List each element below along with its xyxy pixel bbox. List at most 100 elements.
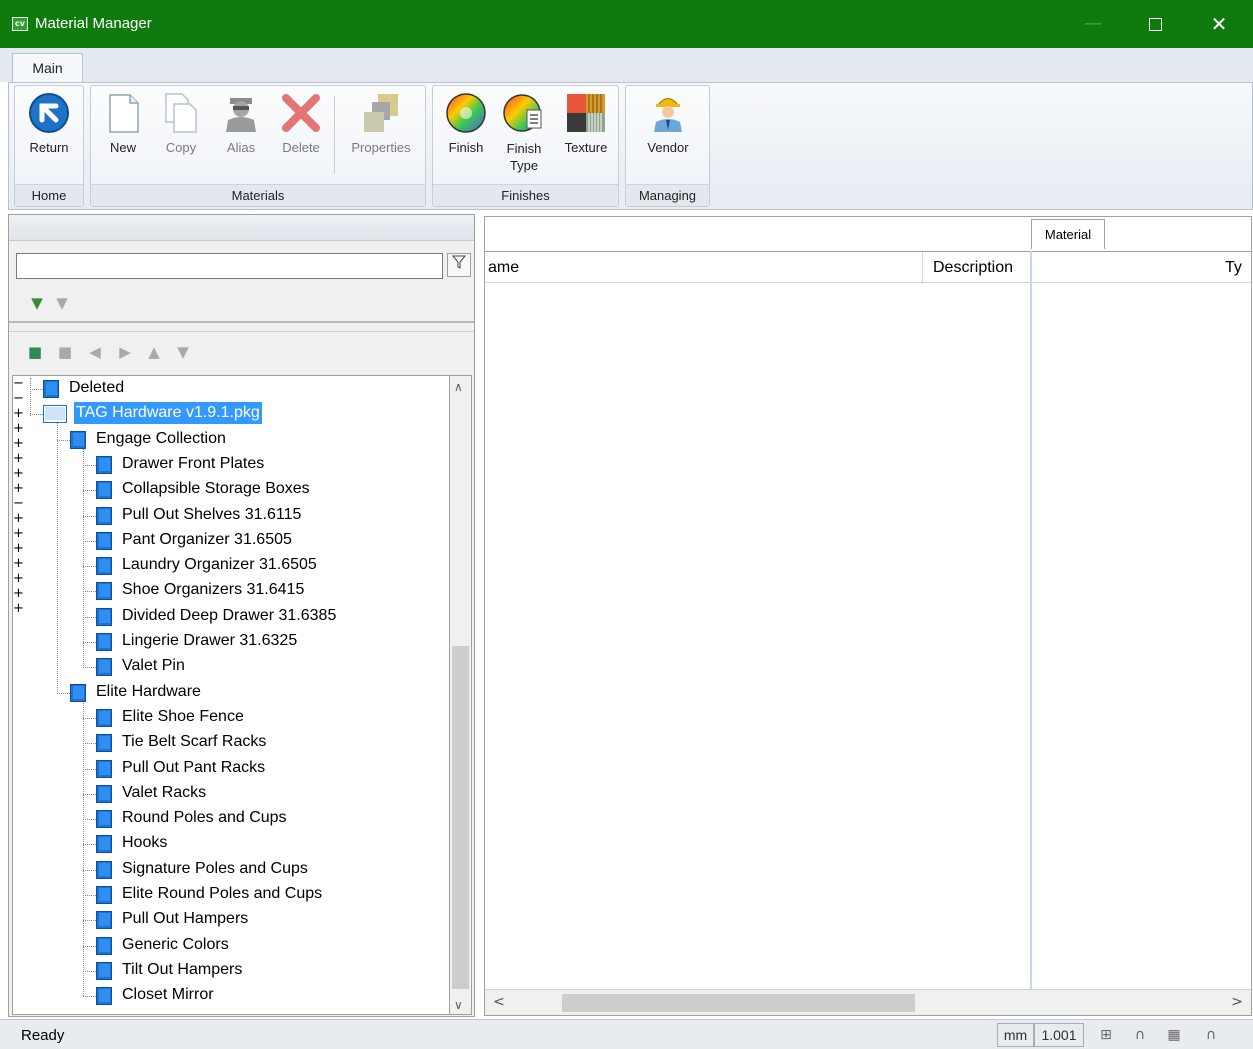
clear-filter-icon[interactable]: ▼: [54, 295, 70, 311]
list-horizontal-scrollbar[interactable]: < >: [485, 989, 1251, 1015]
window-title: Material Manager: [35, 15, 152, 32]
alias-person-icon: [226, 98, 256, 132]
tree-guide-line: [83, 566, 96, 568]
pane-divider[interactable]: [1030, 251, 1032, 989]
snap-magnet-icon[interactable]: ∩: [1129, 1025, 1151, 1045]
tree-node-label: Signature Poles and Cups: [122, 859, 308, 877]
column-header-description[interactable]: Description: [930, 252, 1030, 284]
book-icon: [96, 734, 112, 753]
tree-guide-line: [83, 869, 96, 871]
book-icon: [96, 658, 112, 677]
material-tree: Deleted − TAG Hardware v1.9.1.pkg − Engage C…: [12, 375, 450, 1015]
book-icon: [96, 481, 112, 500]
scroll-right-arrow-icon[interactable]: >: [1231, 994, 1243, 1010]
book-icon: [96, 911, 112, 930]
tree-node-label: Pull Out Hampers: [122, 910, 249, 928]
vendor-worker-icon: [654, 98, 682, 132]
vendor-button[interactable]: Vendor: [636, 92, 700, 155]
group-label-materials: Materials: [231, 188, 285, 203]
move-up-icon[interactable]: ▲: [146, 344, 162, 360]
tree-guide-line: [57, 692, 70, 694]
status-text: Ready: [21, 1027, 65, 1044]
book-icon: [96, 708, 112, 727]
tree-node-label: Elite Hardware: [96, 682, 201, 700]
ribbon-group-managing: Vendor Managing: [625, 85, 710, 207]
scale-indicator[interactable]: 1.001: [1034, 1023, 1084, 1047]
tree-guide-line: [83, 945, 96, 947]
scroll-up-arrow-icon[interactable]: ∧: [454, 380, 463, 394]
tree-node-label: Generic Colors: [122, 935, 229, 953]
move-right-icon[interactable]: ▶: [117, 344, 133, 360]
funnel-icon: [451, 255, 467, 269]
tree-guide-line: [83, 667, 96, 669]
tree-guide-line: [83, 441, 84, 666]
book-icon: [96, 987, 112, 1006]
finish-type-button[interactable]: Finish Type: [499, 92, 549, 174]
move-down-icon[interactable]: ▼: [175, 344, 191, 360]
return-label: Return: [29, 140, 69, 155]
copy-button[interactable]: Copy: [159, 92, 203, 155]
scroll-thumb[interactable]: [452, 646, 469, 989]
alias-button[interactable]: Alias: [219, 92, 263, 155]
tab-material[interactable]: Material: [1031, 219, 1105, 249]
tree-node-label: Divided Deep Drawer 31.6385: [122, 606, 337, 624]
texture-label: Texture: [564, 140, 608, 155]
tree-node-label: Collapsible Storage Boxes: [122, 480, 310, 498]
new-document-icon: [109, 94, 139, 133]
new-button[interactable]: New: [101, 92, 145, 155]
add-node-icon[interactable]: ■: [27, 344, 43, 360]
scroll-thumb[interactable]: [562, 994, 915, 1012]
tab-main[interactable]: Main: [12, 53, 83, 83]
book-icon: [70, 430, 86, 449]
tree-node-label: TAG Hardware v1.9.1.pkg: [74, 402, 262, 425]
scroll-left-arrow-icon[interactable]: <: [493, 994, 505, 1010]
search-input[interactable]: [16, 253, 443, 279]
move-left-icon[interactable]: ◀: [87, 344, 103, 360]
tree-node-label: Lingerie Drawer 31.6325: [122, 632, 298, 649]
tree-node-label: Tilt Out Hampers: [122, 960, 243, 978]
tree-node-label: Shoe Organizers 31.6415: [122, 581, 305, 599]
add-filter-icon[interactable]: ▼: [29, 295, 45, 311]
snap-object-icon[interactable]: ∩: [1200, 1025, 1222, 1045]
book-icon: [43, 380, 59, 398]
finish-type-label-line1: Finish: [506, 141, 542, 156]
maximize-button[interactable]: [1124, 0, 1186, 48]
ribbon-group-finishes: Finish Finish Type Texture Finishes: [432, 85, 619, 207]
filter-button[interactable]: [447, 253, 471, 277]
tree-guide-line: [83, 642, 96, 643]
finish-button[interactable]: Finish: [441, 92, 491, 155]
tree-guide-line: [83, 970, 96, 972]
new-label: New: [109, 140, 136, 155]
units-indicator[interactable]: mm: [997, 1023, 1034, 1047]
properties-icon: [364, 94, 398, 132]
tree-node-label: Drawer Front Plates: [122, 454, 265, 472]
column-header-row: ame Description Ty: [485, 251, 1252, 284]
return-button[interactable]: Return: [21, 92, 77, 155]
tree-node-label: Hooks: [122, 834, 168, 852]
texture-button[interactable]: Texture: [557, 92, 615, 155]
close-button[interactable]: ✕: [1188, 0, 1250, 48]
tree-guide-line: [83, 515, 96, 517]
minimize-button[interactable]: —: [1062, 0, 1124, 48]
remove-node-icon[interactable]: ■: [57, 344, 73, 360]
column-header-name[interactable]: ame: [485, 252, 922, 284]
tree-vertical-scrollbar[interactable]: ∧ ∨: [450, 375, 472, 1015]
copy-icon: [165, 93, 197, 133]
properties-button[interactable]: Properties: [343, 92, 419, 155]
tree-guide-line: [83, 717, 96, 719]
tree-guide-line: [30, 389, 43, 390]
delete-label: Delete: [282, 140, 320, 155]
delete-button[interactable]: Delete: [277, 92, 325, 155]
book-icon: [96, 607, 112, 626]
book-icon: [96, 506, 112, 525]
app-logo-icon: cv: [12, 17, 28, 31]
panel-header: [9, 215, 474, 241]
ribbon-group-materials: New Copy Alias Delete Properties Materia…: [90, 85, 426, 207]
snap-grid-icon[interactable]: ⊞: [1095, 1025, 1117, 1045]
tree-node-label: Pant Organizer 31.6505: [122, 530, 292, 548]
column-header-type[interactable]: Ty: [1222, 252, 1252, 284]
book-icon: [96, 961, 112, 980]
material-tree-panel: ▼ ▼ ■ ■ ◀ ▶ ▲ ▼ Deleted − TAG Hardware v1.…: [8, 214, 475, 1017]
snap-pattern-icon[interactable]: ▦: [1163, 1025, 1185, 1045]
scroll-down-arrow-icon[interactable]: ∨: [454, 998, 463, 1012]
